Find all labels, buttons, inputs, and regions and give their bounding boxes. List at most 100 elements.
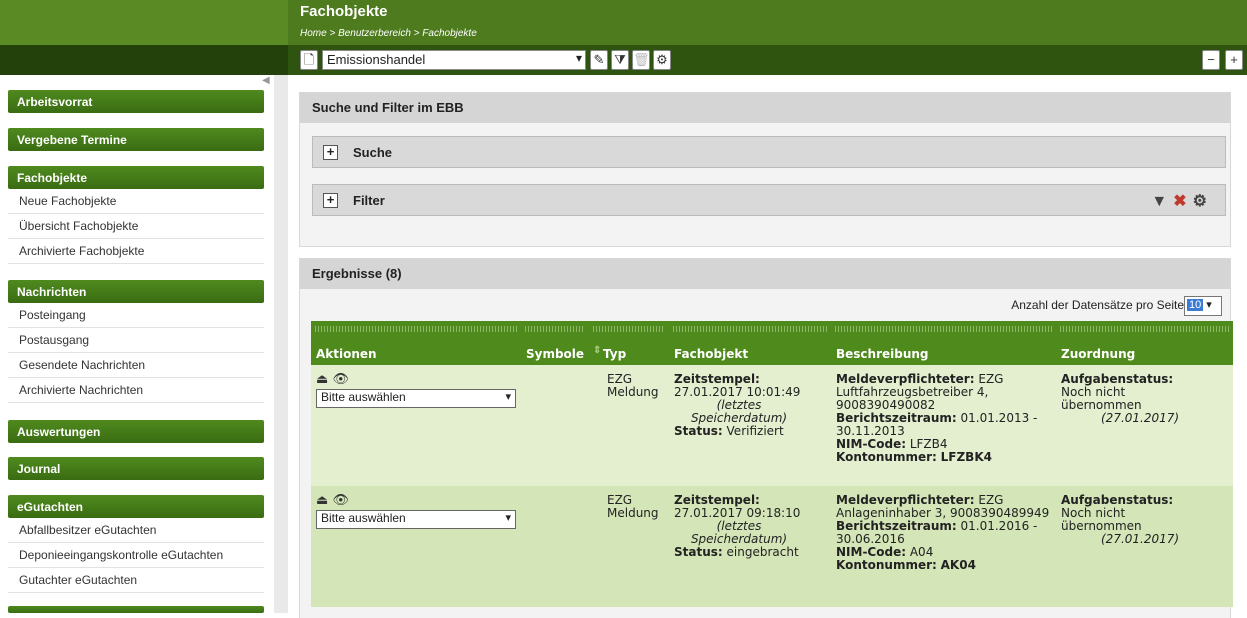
take-over-icon[interactable]: ⏏	[316, 493, 328, 508]
date: (27.01.2017)	[1101, 411, 1180, 425]
label: Berichtszeitraum:	[836, 411, 957, 425]
date: (27.01.2017)	[1101, 532, 1180, 546]
gear-icon[interactable]: ⚙	[653, 50, 671, 70]
action-select[interactable]: Bitte auswählen ▾	[316, 510, 516, 529]
label: Aufgabenstatus:	[1061, 493, 1174, 507]
take-over-icon[interactable]: ⏏	[316, 372, 328, 387]
value: LFZB4	[909, 437, 948, 451]
value: Noch nicht übernommen	[1061, 385, 1142, 412]
sidebar-item-abfallbesitzer-egutachten[interactable]: Abfallbesitzer eGutachten	[8, 518, 264, 543]
filter-accordion-label: Filter	[353, 193, 385, 208]
sidebar-section-next[interactable]	[8, 606, 264, 613]
expand-icon[interactable]: +	[323, 193, 338, 208]
sidebar-item-gesendete-nachrichten[interactable]: Gesendete Nachrichten	[8, 353, 264, 378]
search-accordion-label: Suche	[353, 145, 393, 160]
sidebar-section-nachrichten[interactable]: Nachrichten	[8, 280, 264, 303]
filter-icon[interactable]: ▼	[1151, 193, 1173, 210]
value: AK04	[940, 558, 976, 572]
per-page-label: Anzahl der Datensätze pro Seite	[1011, 298, 1184, 312]
chevron-down-icon: ▾	[575, 51, 582, 65]
collapse-sidebar-icon[interactable]: ◀	[262, 75, 270, 86]
value: A04	[909, 545, 934, 559]
label: Meldeverpflichteter:	[836, 372, 975, 386]
sidebar-item-deponieeingangskontrolle-egutachten[interactable]: Deponieeingangskontrolle eGutachten	[8, 543, 264, 568]
edit-icon[interactable]: ✎	[590, 50, 608, 70]
action-select[interactable]: Bitte auswählen ▾	[316, 389, 516, 408]
cell-typ: EZG Meldung	[607, 372, 659, 399]
sidebar-section-label: Journal	[17, 462, 61, 476]
timestamp: 27.01.2017 09:18:10	[674, 506, 801, 520]
fachobjekt-select-value: Emissionshandel	[327, 52, 426, 67]
sidebar-item-postausgang[interactable]: Postausgang	[8, 328, 264, 353]
trash-icon[interactable]: 🗑	[632, 50, 650, 70]
per-page-select[interactable]: 10 ▾	[1184, 296, 1222, 316]
column-header-beschreibung[interactable]: Beschreibung	[831, 321, 1056, 365]
table-row: ⏏ 👁 Bitte auswählen ▾ EZG Meldung Zeitste…	[311, 486, 1233, 607]
expand-all-icon[interactable]: +	[1225, 50, 1243, 70]
cell-aktionen: ⏏ 👁 Bitte auswählen ▾	[311, 365, 521, 416]
column-header-zuordnung[interactable]: Zuordnung	[1056, 321, 1233, 365]
column-header-symbole[interactable]: Symbole	[521, 321, 589, 365]
timestamp-note: (letztes Speicherdatum)	[690, 398, 788, 425]
toolbar: 🗋 Emissionshandel ▾ ✎ ⧩ 🗑 ⚙ − +	[0, 45, 1247, 75]
label: NIM-Code:	[836, 437, 907, 451]
column-label: Symbole	[526, 347, 585, 361]
sidebar-section-label: Nachrichten	[17, 285, 87, 299]
label: Kontonummer:	[836, 450, 937, 464]
sidebar-section-label: Fachobjekte	[17, 171, 88, 185]
column-header-typ[interactable]: Typ ⇕	[589, 321, 669, 365]
view-icon[interactable]: 👁	[332, 493, 349, 508]
cell-zuordnung: Aufgabenstatus: Noch nicht übernommen (2…	[1056, 486, 1233, 554]
gear-icon[interactable]: ⚙	[1193, 193, 1213, 210]
sidebar-section-egutachten[interactable]: eGutachten	[8, 495, 264, 518]
sidebar-item-uebersicht-fachobjekte[interactable]: Übersicht Fachobjekte	[8, 214, 264, 239]
filter-accordion[interactable]: + Filter ▼✖⚙	[312, 184, 1226, 216]
column-header-fachobjekt[interactable]: Fachobjekt	[669, 321, 831, 365]
search-filter-title: Suche und Filter im EBB	[300, 93, 1230, 123]
timestamp: 27.01.2017 10:01:49	[674, 385, 801, 399]
label: NIM-Code:	[836, 545, 907, 559]
document-icon[interactable]: 🗋	[300, 50, 318, 70]
column-label: Zuordnung	[1061, 347, 1136, 361]
label: Status:	[674, 424, 723, 438]
fachobjekt-select[interactable]: Emissionshandel ▾	[322, 50, 586, 70]
column-label: Aktionen	[316, 347, 377, 361]
sidebar-item-posteingang[interactable]: Posteingang	[8, 303, 264, 328]
collapse-all-icon[interactable]: −	[1202, 50, 1220, 70]
sidebar-section-label: Auswertungen	[17, 425, 101, 439]
page-title: Fachobjekte	[300, 3, 388, 20]
column-label: Beschreibung	[836, 347, 929, 361]
sidebar-item-gutachter-egutachten[interactable]: Gutachter eGutachten	[8, 568, 264, 593]
filter-icon[interactable]: ⧩	[611, 50, 629, 70]
sidebar-divider[interactable]	[274, 75, 288, 613]
results-title: Ergebnisse (8)	[300, 259, 1230, 289]
chevron-down-icon: ▾	[505, 391, 511, 403]
value: Noch nicht übernommen	[1061, 506, 1142, 533]
cell-fachobjekt: Zeitstempel: 27.01.2017 10:01:49 (letzte…	[669, 365, 831, 446]
sidebar-section-journal[interactable]: Journal	[8, 457, 264, 480]
search-filter-panel: Suche und Filter im EBB + Suche + Filter…	[299, 92, 1231, 247]
sidebar-item-neue-fachobjekte[interactable]: Neue Fachobjekte	[8, 189, 264, 214]
sidebar-section-arbeitsvorrat[interactable]: Arbeitsvorrat	[8, 90, 264, 113]
breadcrumb[interactable]: Home > Benutzerbereich > Fachobjekte	[300, 28, 477, 39]
value: LFZBK4	[940, 450, 992, 464]
sidebar-section-vergebene-termine[interactable]: Vergebene Termine	[8, 128, 264, 151]
view-icon[interactable]: 👁	[332, 372, 349, 387]
sidebar-item-archivierte-fachobjekte[interactable]: Archivierte Fachobjekte	[8, 239, 264, 264]
main-content: Suche und Filter im EBB + Suche + Filter…	[288, 75, 1247, 618]
search-accordion[interactable]: + Suche	[312, 136, 1226, 168]
remove-filter-icon[interactable]: ✖	[1173, 193, 1192, 210]
sidebar-section-fachobjekte[interactable]: Fachobjekte	[8, 166, 264, 189]
action-select-value: Bitte auswählen	[321, 390, 406, 404]
column-header-aktionen[interactable]: Aktionen	[311, 321, 521, 365]
sidebar-section-auswertungen[interactable]: Auswertungen	[8, 420, 264, 443]
expand-icon[interactable]: +	[323, 145, 338, 160]
cell-aktionen: ⏏ 👁 Bitte auswählen ▾	[311, 486, 521, 537]
sidebar-item-archivierte-nachrichten[interactable]: Archivierte Nachrichten	[8, 378, 264, 403]
sidebar-section-label: Vergebene Termine	[17, 133, 127, 147]
results-panel: Ergebnisse (8) Anzahl der Datensätze pro…	[299, 258, 1233, 618]
chevron-down-icon: ▾	[505, 512, 511, 524]
status-value: Verifiziert	[726, 424, 784, 438]
sort-icon[interactable]: ⇕	[593, 345, 601, 356]
label: Status:	[674, 545, 723, 559]
